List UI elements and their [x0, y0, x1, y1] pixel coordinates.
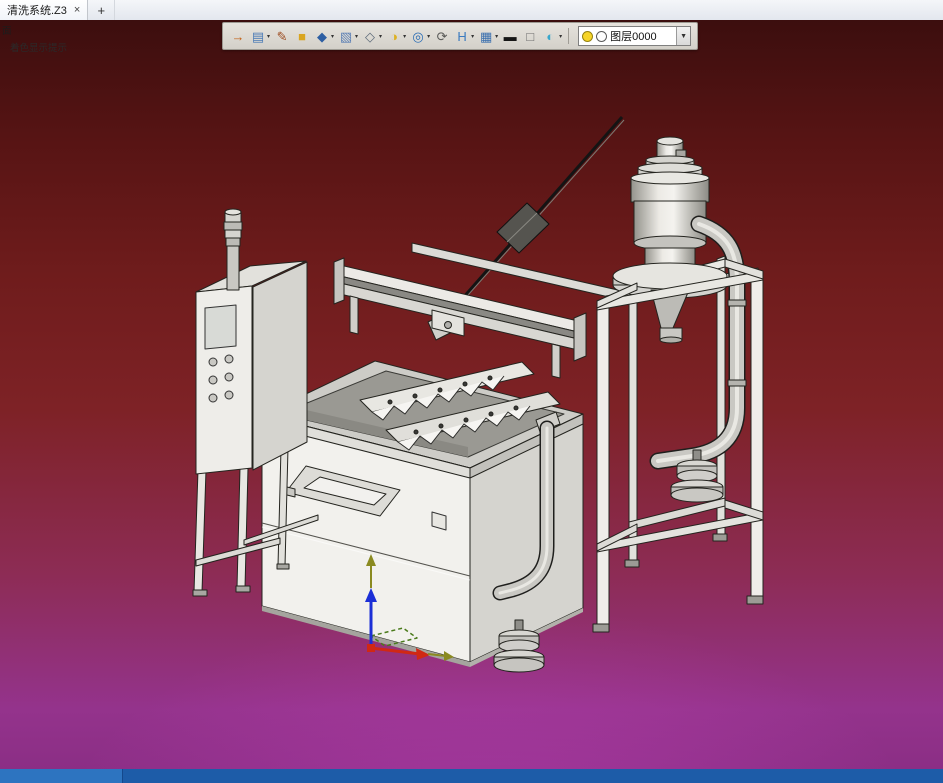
wash-tank[interactable] — [261, 360, 584, 667]
zw3d-window: 清洗系统.Z3 × + 面 着色显示提示 → ▤ ▾ ✎ ■ ◆ ▾ ▧ ▾ ◇… — [0, 0, 943, 783]
shaded-display-icon-caret[interactable]: ▾ — [355, 28, 358, 46]
extrude-box-icon-glyph: ■ — [298, 29, 306, 44]
section-view-icon[interactable]: ◐ ▾ — [541, 26, 563, 46]
edit-sketch-icon[interactable]: ✎ — [273, 26, 291, 46]
render-mode-icon-caret[interactable]: ▾ — [495, 28, 498, 46]
extrude-box-icon[interactable]: ■ — [293, 26, 311, 46]
save-file-icon-glyph: ▤ — [251, 29, 265, 44]
model-3d-cleaning-system[interactable] — [0, 20, 943, 769]
save-file-icon[interactable]: ▤ ▾ — [249, 26, 271, 46]
da-toolbar: → ▤ ▾ ✎ ■ ◆ ▾ ▧ ▾ ◇ ▾ ◑ ▾ ◎ ▾ ⟳ H ▾ ▦ ▾ ▬ □ ◐ ▾ 图层0000 ▼ — [222, 22, 699, 50]
color-style-icon-caret[interactable]: ▾ — [403, 28, 406, 46]
shaded-display-icon[interactable]: ▧ ▾ — [337, 26, 359, 46]
align-plane-icon[interactable]: H ▾ — [453, 26, 475, 46]
section-view-icon-glyph: ◐ — [546, 29, 555, 44]
dark-material-icon-glyph: ▬ — [503, 29, 517, 44]
light-material-icon-glyph: □ — [526, 29, 535, 44]
exit-environment-icon[interactable]: → — [229, 26, 247, 46]
tab-close-icon[interactable]: × — [74, 4, 80, 16]
shaded-display-icon-glyph: ▧ — [339, 29, 353, 44]
save-file-icon-caret[interactable]: ▾ — [267, 28, 270, 46]
color-style-icon[interactable]: ◑ ▾ — [385, 26, 407, 46]
document-tab-label: 清洗系统.Z3 — [7, 5, 67, 17]
toolbar-icon-strip: → ▤ ▾ ✎ ■ ◆ ▾ ▧ ▾ ◇ ▾ ◑ ▾ ◎ ▾ ⟳ H ▾ ▦ ▾ ▬ □ ◐ ▾ — [229, 26, 563, 46]
bottom-taskbar[interactable] — [0, 769, 943, 783]
edit-sketch-icon-glyph: ✎ — [276, 29, 288, 44]
zoom-icon-glyph: ◎ — [412, 29, 424, 44]
section-view-icon-caret[interactable]: ▾ — [559, 28, 562, 46]
rotate-view-icon-glyph: ⟳ — [436, 29, 448, 44]
light-material-icon[interactable]: □ — [521, 26, 539, 46]
render-mode-icon[interactable]: ▦ ▾ — [477, 26, 499, 46]
viewport-3d[interactable]: 面 着色显示提示 → ▤ ▾ ✎ ■ ◆ ▾ ▧ ▾ ◇ ▾ ◑ ▾ ◎ ▾ ⟳ H ▾ ▦ ▾ ▬ □ ◐ ▾ 图层0000… — [0, 20, 943, 769]
layer-color-circle-icon[interactable] — [596, 30, 608, 42]
document-tab[interactable]: 清洗系统.Z3 × — [0, 0, 89, 20]
prompt-line2: 着色显示提示 — [10, 43, 68, 55]
cabinet-display[interactable] — [204, 304, 237, 350]
wireframe-display-icon-caret[interactable]: ▾ — [379, 28, 382, 46]
layer-combo[interactable]: 图层0000 ▼ — [578, 26, 692, 46]
wireframe-display-icon-glyph: ◇ — [365, 29, 376, 44]
align-plane-icon-caret[interactable]: ▾ — [471, 28, 474, 46]
render-mode-icon-glyph: ▦ — [479, 29, 493, 44]
new-tab-button[interactable]: + — [88, 0, 116, 20]
gantry-rail-frame[interactable] — [333, 242, 623, 379]
dark-material-icon[interactable]: ▬ — [501, 26, 519, 46]
color-style-icon-glyph: ◑ — [390, 29, 398, 44]
rotate-view-icon[interactable]: ⟳ — [433, 26, 451, 46]
solid-cube-icon-glyph: ◆ — [317, 29, 328, 44]
align-plane-icon-glyph: H — [457, 29, 467, 44]
layer-combo-caret-icon[interactable]: ▼ — [676, 27, 691, 45]
layer-visibility-bulb-icon[interactable] — [582, 30, 594, 42]
solid-cube-icon-caret[interactable]: ▾ — [331, 28, 334, 46]
zoom-icon-caret[interactable]: ▾ — [427, 28, 430, 46]
document-tab-bar: 清洗系统.Z3 × + — [0, 0, 943, 21]
bottom-taskbar-left-segment[interactable] — [0, 769, 123, 783]
wireframe-display-icon[interactable]: ◇ ▾ — [361, 26, 383, 46]
layer-combo-value: 图层0000 — [610, 31, 657, 43]
prompt-area: 面 着色显示提示 — [2, 23, 67, 57]
prompt-line1: 面 — [2, 26, 12, 37]
zoom-icon[interactable]: ◎ ▾ — [409, 26, 431, 46]
toolbar-separator — [568, 28, 570, 44]
solid-cube-icon[interactable]: ◆ ▾ — [313, 26, 335, 46]
exit-environment-icon-glyph: → — [231, 29, 245, 44]
triad-origin-handle[interactable] — [367, 644, 375, 652]
